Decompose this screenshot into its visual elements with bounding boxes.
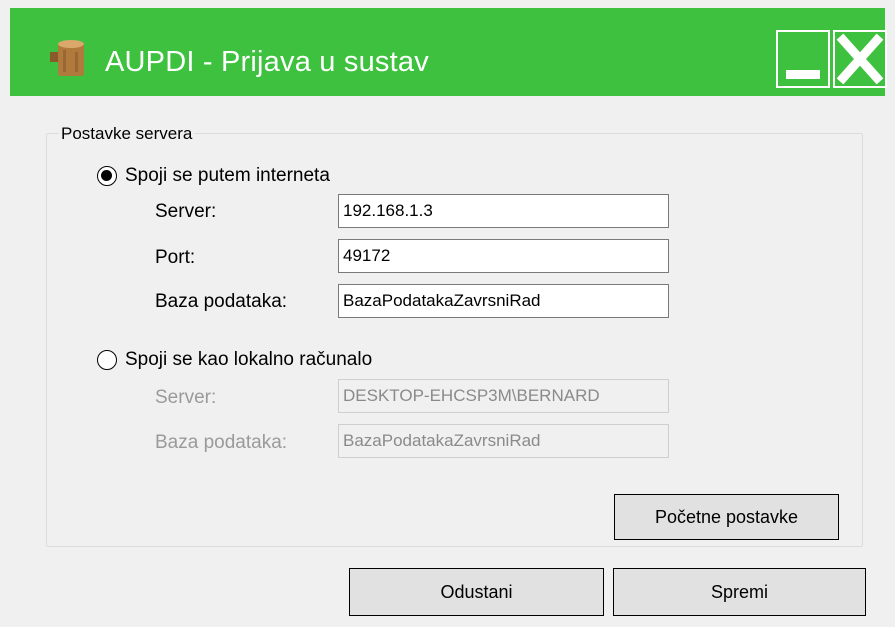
local-server-input xyxy=(338,379,669,413)
internet-database-input[interactable] xyxy=(338,284,669,318)
cancel-button[interactable]: Odustani xyxy=(349,568,604,616)
local-radio-label: Spoji se kao lokalno računalo xyxy=(125,349,373,370)
minimize-button[interactable] xyxy=(776,30,830,88)
internet-database-label: Baza podataka: xyxy=(155,291,288,312)
local-database-label: Baza podataka: xyxy=(155,432,288,453)
port-label: Port: xyxy=(155,247,196,268)
title-bar: AUPDI - Prijava u sustav xyxy=(10,8,887,96)
minimize-icon xyxy=(776,30,830,88)
local-server-label: Server: xyxy=(155,387,217,408)
port-input[interactable] xyxy=(338,239,669,273)
wood-stump-icon xyxy=(50,40,84,76)
internet-radio-indicator[interactable] xyxy=(97,166,117,186)
window-title: AUPDI - Prijava u sustav xyxy=(105,46,429,78)
internet-connection-radio[interactable]: Spoji se putem interneta xyxy=(97,165,330,187)
local-connection-radio[interactable]: Spoji se kao lokalno računalo xyxy=(97,349,372,371)
close-button[interactable] xyxy=(833,30,887,88)
internet-radio-label: Spoji se putem interneta xyxy=(125,165,330,186)
local-radio-indicator[interactable] xyxy=(97,350,117,370)
local-database-input xyxy=(338,424,669,458)
save-button[interactable]: Spremi xyxy=(613,568,866,616)
internet-server-input[interactable] xyxy=(338,194,669,228)
reset-defaults-button[interactable]: Početne postavke xyxy=(614,494,839,540)
close-icon xyxy=(833,30,887,88)
server-settings-group-label: Postavke servera xyxy=(59,124,195,144)
internet-server-label: Server: xyxy=(155,201,217,222)
